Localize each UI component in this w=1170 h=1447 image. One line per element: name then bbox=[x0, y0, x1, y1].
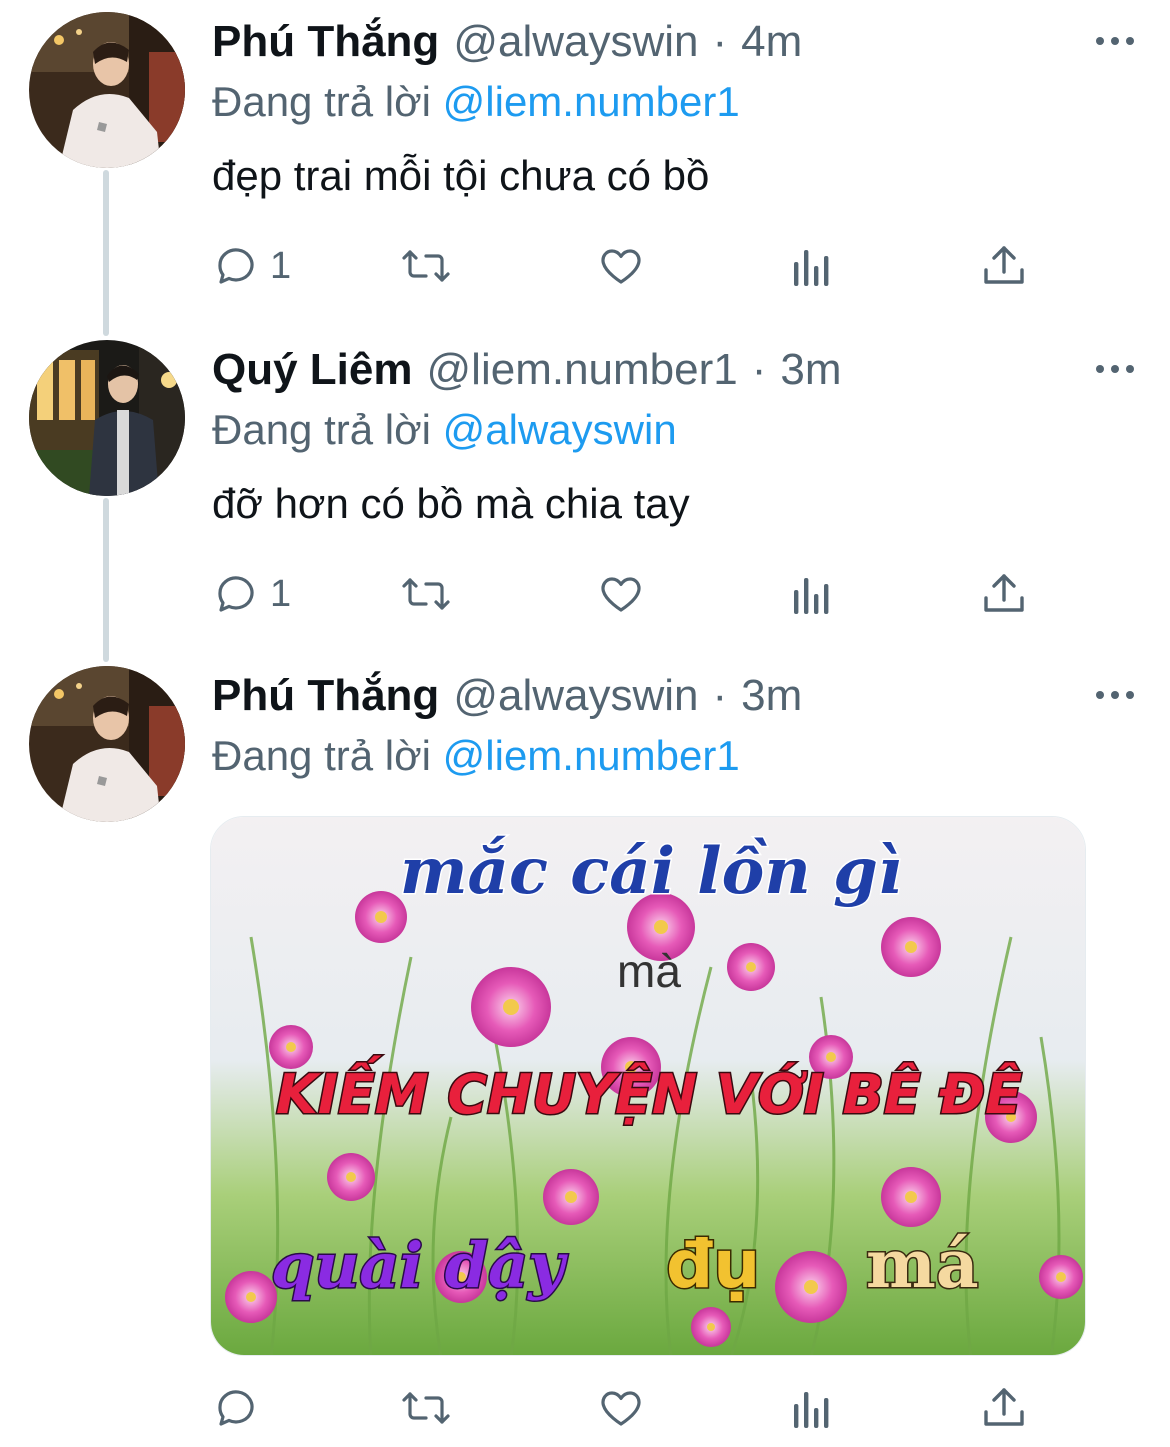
replying-to-label: Đang trả lời bbox=[212, 78, 431, 125]
meme-image: mắc cái lồn gì mà KIẾM CHUYỆN VỚI BÊ ĐÊ … bbox=[211, 817, 1085, 1355]
tweet-header: Phú Thắng @alwayswin · 3m bbox=[212, 666, 1140, 726]
share-button[interactable] bbox=[980, 564, 1028, 624]
reply-icon bbox=[212, 570, 260, 618]
meme-text-line-2: mà bbox=[617, 945, 681, 997]
retweet-icon bbox=[398, 242, 454, 290]
share-button[interactable] bbox=[980, 236, 1028, 296]
share-button[interactable] bbox=[980, 1378, 1028, 1438]
heart-icon bbox=[596, 570, 646, 618]
replying-to: Đang trả lời @liem.number1 bbox=[212, 72, 1140, 132]
tweet-header: Quý Liêm @liem.number1 · 3m bbox=[212, 340, 1140, 400]
thread-connector-line bbox=[103, 170, 109, 336]
meme-text-line-3: KIẾM CHUYỆN VỚI BÊ ĐÊ bbox=[276, 1056, 1022, 1126]
reply-button[interactable]: 1 bbox=[212, 564, 291, 624]
user-handle[interactable]: @alwayswin bbox=[453, 666, 698, 726]
share-icon bbox=[980, 570, 1028, 618]
analytics-button[interactable] bbox=[790, 1378, 834, 1438]
like-button[interactable] bbox=[596, 564, 646, 624]
tweet-text: đỡ hơn có bồ mà chia tay bbox=[212, 480, 690, 527]
display-name[interactable]: Quý Liêm bbox=[212, 340, 413, 400]
avatar[interactable] bbox=[29, 12, 185, 168]
replying-to-label: Đang trả lời bbox=[212, 732, 431, 779]
analytics-button[interactable] bbox=[790, 236, 834, 296]
replying-to-mention[interactable]: @liem.number1 bbox=[443, 78, 740, 125]
reply-button[interactable]: 1 bbox=[212, 236, 291, 296]
tweet-media-image[interactable]: mắc cái lồn gì mà KIẾM CHUYỆN VỚI BÊ ĐÊ … bbox=[210, 816, 1086, 1356]
share-icon bbox=[980, 242, 1028, 290]
replying-to-mention[interactable]: @liem.number1 bbox=[443, 732, 740, 779]
analytics-icon bbox=[790, 1384, 834, 1432]
more-icon[interactable] bbox=[1090, 24, 1140, 58]
more-icon[interactable] bbox=[1090, 352, 1140, 386]
analytics-icon bbox=[790, 242, 834, 290]
meme-text-line-1: mắc cái lồn gì bbox=[400, 834, 902, 909]
timestamp[interactable]: 4m bbox=[741, 12, 802, 72]
reply-count: 1 bbox=[270, 245, 292, 287]
share-icon bbox=[980, 1384, 1028, 1432]
retweet-button[interactable] bbox=[398, 236, 454, 296]
display-name[interactable]: Phú Thắng bbox=[212, 666, 439, 726]
avatar-image bbox=[29, 340, 185, 496]
thread-connector-line bbox=[103, 498, 109, 662]
retweet-button[interactable] bbox=[398, 564, 454, 624]
analytics-button[interactable] bbox=[790, 564, 834, 624]
like-button[interactable] bbox=[596, 236, 646, 296]
user-handle[interactable]: @liem.number1 bbox=[427, 340, 738, 400]
more-icon[interactable] bbox=[1090, 678, 1140, 712]
reply-count: 1 bbox=[270, 573, 292, 615]
meme-text-line-4c: má bbox=[866, 1225, 979, 1303]
replying-to-mention[interactable]: @alwayswin bbox=[443, 406, 677, 453]
replying-to-label: Đang trả lời bbox=[212, 406, 431, 453]
tweet-header: Phú Thắng @alwayswin · 4m bbox=[212, 12, 1140, 72]
tweet-actions bbox=[212, 1378, 1042, 1438]
retweet-button[interactable] bbox=[398, 1378, 454, 1438]
tweet-actions: 1 bbox=[212, 236, 1042, 296]
user-handle[interactable]: @alwayswin bbox=[453, 12, 698, 72]
reply-icon bbox=[212, 242, 260, 290]
separator-dot: · bbox=[712, 671, 728, 720]
display-name[interactable]: Phú Thắng bbox=[212, 12, 439, 72]
avatar-image bbox=[29, 666, 185, 822]
tweet-thread: Phú Thắng @alwayswin · 4m Đang trả lời @… bbox=[0, 0, 1170, 1447]
avatar[interactable] bbox=[29, 666, 185, 822]
like-button[interactable] bbox=[596, 1378, 646, 1438]
tweet-text: đẹp trai mỗi tội chưa có bồ bbox=[212, 152, 710, 199]
separator-dot: · bbox=[751, 345, 767, 394]
meme-text-line-4b: đụ bbox=[666, 1226, 760, 1303]
meme-text-line-4a: quài dậy bbox=[271, 1229, 568, 1302]
replying-to: Đang trả lời @alwayswin bbox=[212, 400, 1140, 460]
separator-dot: · bbox=[712, 17, 728, 66]
heart-icon bbox=[596, 242, 646, 290]
retweet-icon bbox=[398, 1384, 454, 1432]
timestamp[interactable]: 3m bbox=[741, 666, 802, 726]
timestamp[interactable]: 3m bbox=[780, 340, 841, 400]
replying-to: Đang trả lời @liem.number1 bbox=[212, 726, 1140, 786]
reply-icon bbox=[212, 1384, 260, 1432]
avatar-image bbox=[29, 12, 185, 168]
reply-button[interactable] bbox=[212, 1378, 270, 1438]
retweet-icon bbox=[398, 570, 454, 618]
tweet-actions: 1 bbox=[212, 564, 1042, 624]
heart-icon bbox=[596, 1384, 646, 1432]
avatar[interactable] bbox=[29, 340, 185, 496]
analytics-icon bbox=[790, 570, 834, 618]
